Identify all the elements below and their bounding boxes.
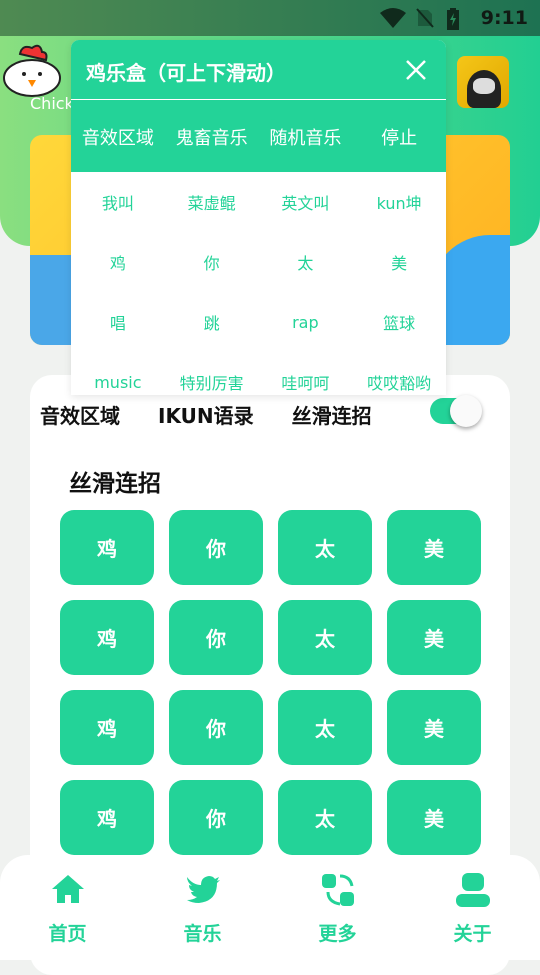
wifi-icon bbox=[380, 8, 406, 28]
sound-item[interactable]: 唱 bbox=[71, 292, 165, 352]
sound-item[interactable]: 你 bbox=[165, 232, 259, 292]
combo-button[interactable]: 美 bbox=[387, 600, 481, 675]
clock: 9:11 bbox=[480, 7, 528, 29]
swap-grid-icon bbox=[321, 874, 354, 906]
combo-button[interactable]: 鸡 bbox=[60, 690, 154, 765]
combo-button[interactable]: 你 bbox=[169, 690, 263, 765]
section-title: 丝滑连招 bbox=[69, 471, 161, 497]
nav-home-label: 首页 bbox=[48, 923, 87, 945]
app-subtitle: Chick bbox=[30, 94, 74, 113]
bottom-nav: 首页 音乐 更多 关于 bbox=[0, 855, 540, 960]
sound-item[interactable]: 英文叫 bbox=[259, 172, 353, 232]
tab-sound-area[interactable]: 音效区域 bbox=[40, 400, 120, 429]
sound-list: 我叫 菜虚鲲 英文叫 kun坤 鸡 你 太 美 唱 跳 rap 篮球 music… bbox=[71, 172, 446, 395]
combo-button[interactable]: 你 bbox=[169, 510, 263, 585]
combo-button[interactable]: 太 bbox=[278, 690, 372, 765]
combo-button[interactable]: 你 bbox=[169, 600, 263, 675]
section-tabs: 音效区域 IKUN语录 丝滑连招 bbox=[40, 400, 372, 429]
dialog-title: 鸡乐盒（可上下滑动） bbox=[86, 61, 286, 85]
dialog-tab-stop[interactable]: 停止 bbox=[352, 124, 446, 150]
combo-grid: 鸡 你 太 美 鸡 你 太 美 鸡 你 太 美 鸡 你 太 美 bbox=[60, 510, 481, 855]
combo-button[interactable]: 鸡 bbox=[60, 780, 154, 855]
sound-item[interactable]: 篮球 bbox=[352, 292, 446, 352]
tab-ikun-quotes[interactable]: IKUN语录 bbox=[158, 400, 254, 429]
combo-button[interactable]: 美 bbox=[387, 780, 481, 855]
nav-home[interactable]: 首页 bbox=[0, 855, 135, 960]
nav-about[interactable]: 关于 bbox=[405, 855, 540, 960]
sound-item[interactable]: music bbox=[71, 352, 165, 395]
nav-music[interactable]: 音乐 bbox=[135, 855, 270, 960]
music-box-dialog: 鸡乐盒（可上下滑动） 音效区域 鬼畜音乐 随机音乐 停止 我叫 菜虚鲲 英文叫 … bbox=[71, 40, 446, 395]
combo-button[interactable]: 你 bbox=[169, 780, 263, 855]
combo-button[interactable]: 鸡 bbox=[60, 510, 154, 585]
sound-item[interactable]: 菜虚鲲 bbox=[165, 172, 259, 232]
sound-item[interactable]: 哇呵呵 bbox=[259, 352, 353, 395]
close-icon[interactable] bbox=[404, 58, 428, 82]
home-icon bbox=[51, 875, 84, 903]
combo-toggle[interactable] bbox=[430, 395, 482, 427]
combo-button[interactable]: 太 bbox=[278, 510, 372, 585]
user-avatar[interactable] bbox=[457, 56, 509, 108]
tab-smooth-combo[interactable]: 丝滑连招 bbox=[292, 400, 372, 429]
sound-item[interactable]: 美 bbox=[352, 232, 446, 292]
divider bbox=[71, 99, 446, 100]
dialog-tab-sound[interactable]: 音效区域 bbox=[71, 124, 165, 150]
nav-more-label: 更多 bbox=[318, 923, 357, 945]
nav-music-label: 音乐 bbox=[183, 923, 222, 945]
sound-item[interactable]: 哎哎豁哟 bbox=[352, 352, 446, 395]
sound-item[interactable]: 鸡 bbox=[71, 232, 165, 292]
combo-button[interactable]: 太 bbox=[278, 780, 372, 855]
sound-item[interactable]: 跳 bbox=[165, 292, 259, 352]
sound-item[interactable]: 太 bbox=[259, 232, 353, 292]
combo-button[interactable]: 太 bbox=[278, 600, 372, 675]
chicken-logo-icon bbox=[3, 44, 61, 97]
dialog-tab-random[interactable]: 随机音乐 bbox=[259, 124, 353, 150]
dialog-tab-remix[interactable]: 鬼畜音乐 bbox=[165, 124, 259, 150]
sound-item[interactable]: 我叫 bbox=[71, 172, 165, 232]
nav-about-label: 关于 bbox=[453, 923, 492, 945]
status-bar: 9:11 bbox=[0, 0, 540, 36]
sound-item[interactable]: rap bbox=[259, 292, 353, 352]
combo-button[interactable]: 美 bbox=[387, 690, 481, 765]
combo-button[interactable]: 鸡 bbox=[60, 600, 154, 675]
nav-more[interactable]: 更多 bbox=[270, 855, 405, 960]
twitter-bird-icon bbox=[186, 876, 220, 903]
sound-item[interactable]: 特别厉害 bbox=[165, 352, 259, 395]
no-sim-icon bbox=[416, 8, 434, 28]
combo-button[interactable]: 美 bbox=[387, 510, 481, 585]
sound-item[interactable]: kun坤 bbox=[352, 172, 446, 232]
battery-charging-icon bbox=[447, 8, 459, 30]
user-icon bbox=[455, 873, 490, 907]
